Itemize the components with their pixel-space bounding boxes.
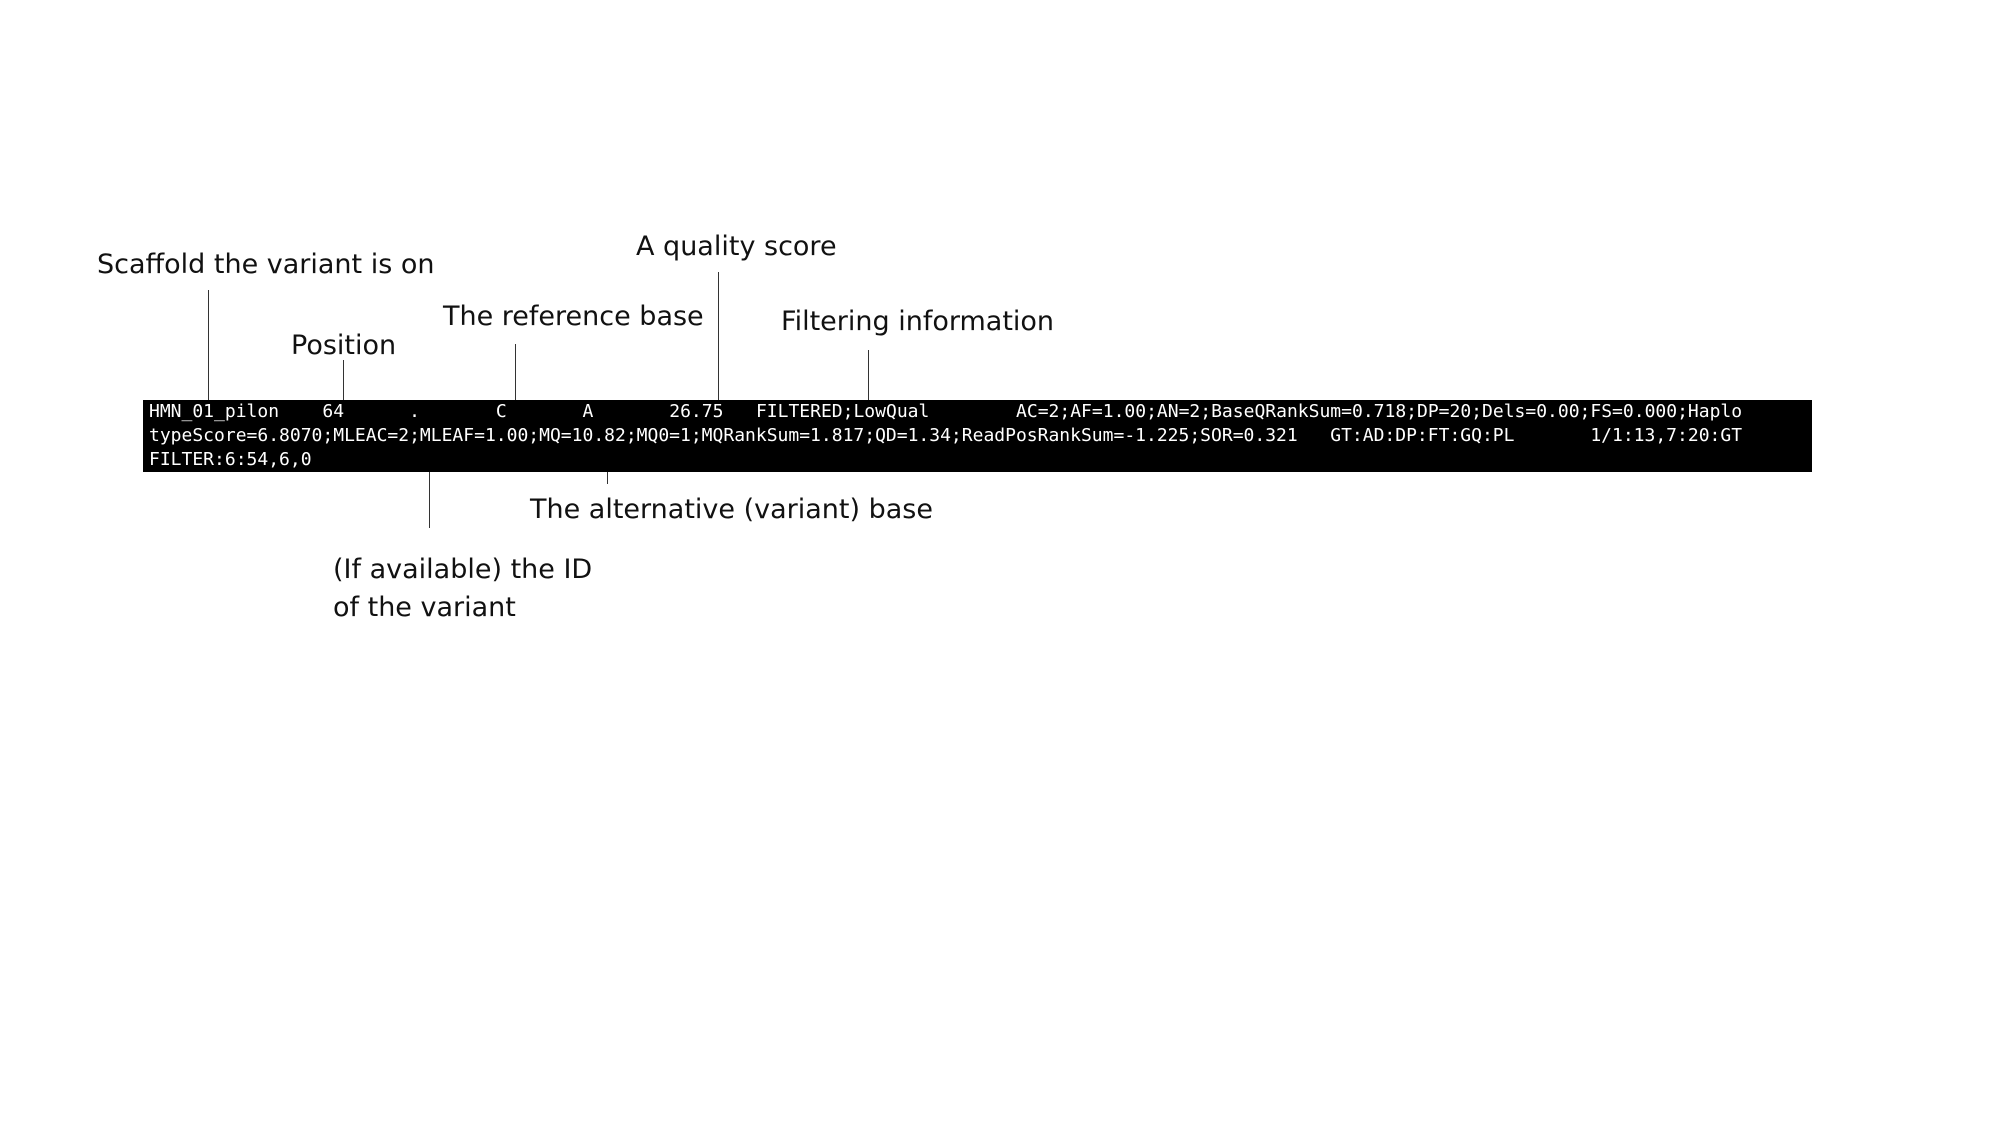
vcf-sample-start: 1/1:13,7:20:GT xyxy=(1590,425,1743,446)
leader-line-position xyxy=(343,360,344,401)
vcf-alt: A xyxy=(582,401,594,422)
vcf-chrom: HMN_01_pilon xyxy=(149,401,280,422)
vcf-ref: C xyxy=(495,401,507,422)
vcf-filter: FILTERED;LowQual xyxy=(755,401,930,422)
vcf-format: GT:AD:DP:FT:GQ:PL xyxy=(1330,425,1515,446)
label-variant-id-line-1: (If available) the ID xyxy=(333,554,593,585)
vcf-record-box: HMN_01_pilon 64 . C A 26.75 FILTERED;Low… xyxy=(143,400,1812,472)
leader-line-variant-id xyxy=(429,471,430,528)
label-variant-id-line-2: of the variant xyxy=(333,592,516,623)
leader-line-reference-base xyxy=(515,344,516,401)
label-reference-base: The reference base xyxy=(443,301,704,332)
vcf-record-line-3: FILTER:6:54,6,0 xyxy=(149,448,1809,472)
leader-line-scaffold xyxy=(208,290,209,401)
vcf-annotation-diagram: Scaffold the variant is on Position The … xyxy=(0,0,2000,1125)
vcf-id: . xyxy=(409,401,420,422)
label-variant-id: (If available) the ID of the variant xyxy=(333,551,592,627)
vcf-info-start: AC=2;AF=1.00;AN=2;BaseQRankSum=0.718;DP=… xyxy=(1016,401,1743,422)
label-scaffold: Scaffold the variant is on xyxy=(97,249,435,280)
leader-line-filtering-information xyxy=(868,350,869,401)
leader-line-alternative-base xyxy=(607,471,608,484)
label-filtering-information: Filtering information xyxy=(781,306,1055,337)
vcf-record-line-1: HMN_01_pilon 64 . C A 26.75 FILTERED;Low… xyxy=(149,400,1809,424)
vcf-record-line-2: typeScore=6.8070;MLEAC=2;MLEAF=1.00;MQ=1… xyxy=(149,424,1809,448)
vcf-sample-end: FILTER:6:54,6,0 xyxy=(149,449,312,470)
vcf-qual: 26.75 xyxy=(669,401,724,422)
label-quality-score: A quality score xyxy=(636,231,837,262)
vcf-pos: 64 xyxy=(322,401,345,422)
label-alternative-base: The alternative (variant) base xyxy=(530,494,933,525)
vcf-info-end: typeScore=6.8070;MLEAC=2;MLEAF=1.00;MQ=1… xyxy=(149,425,1298,446)
leader-line-quality-score xyxy=(718,272,719,401)
